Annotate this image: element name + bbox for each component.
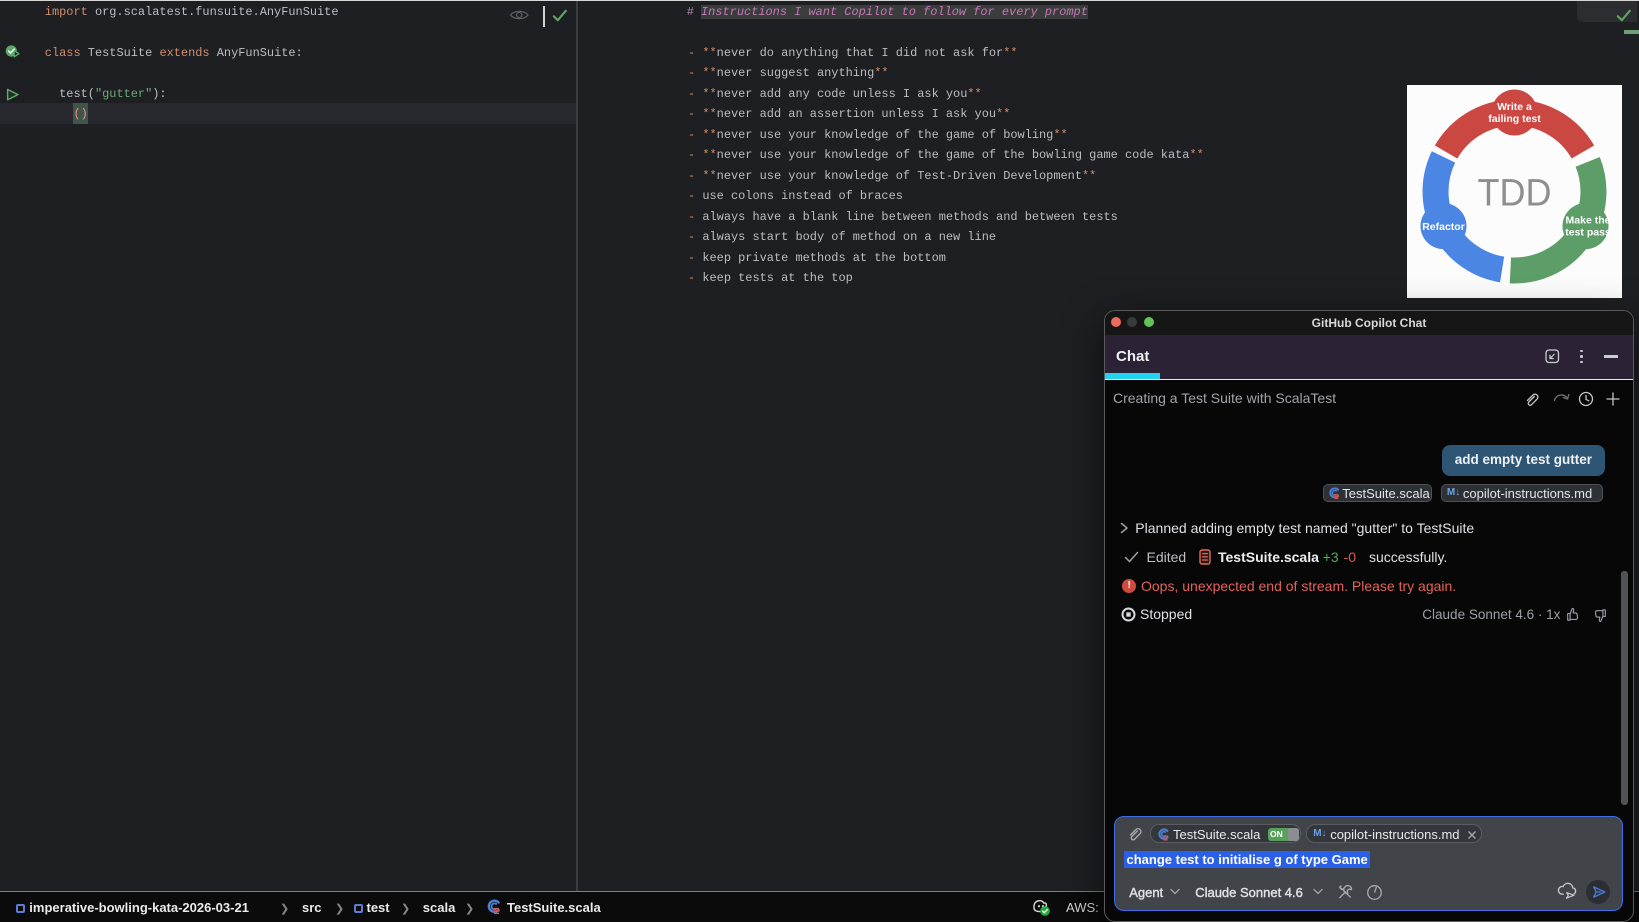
svg-text:Make the: Make the (1566, 215, 1611, 227)
svg-text:TDD: TDD (1478, 173, 1552, 215)
svg-text:failing test: failing test (1488, 113, 1541, 125)
svg-text:Write a: Write a (1497, 101, 1532, 113)
svg-text:test pass: test pass (1565, 227, 1611, 239)
svg-text:Refactor: Refactor (1422, 221, 1465, 233)
